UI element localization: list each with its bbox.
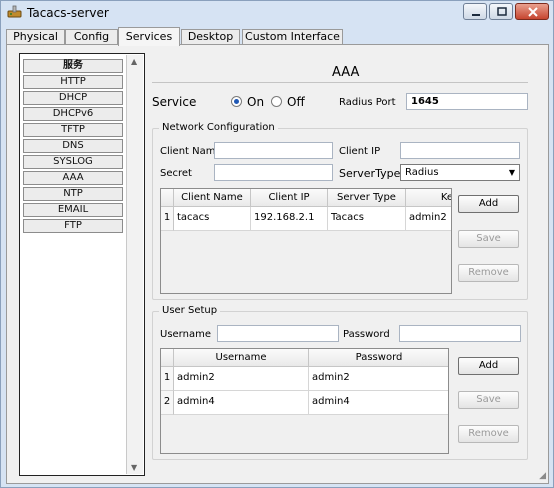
clients-table: Client Name Client IP Server Type Key 1 … xyxy=(160,188,452,294)
table-header-username[interactable]: Username xyxy=(174,349,309,367)
service-item-ftp[interactable]: FTP xyxy=(23,219,123,233)
table-cell-client-ip[interactable]: 192.168.2.1 xyxy=(251,207,328,231)
password-input[interactable] xyxy=(399,325,521,342)
minimize-icon xyxy=(472,14,480,16)
remove-client-button[interactable]: Remove xyxy=(458,264,519,282)
save-user-button[interactable]: Save xyxy=(458,391,519,409)
user-setup-legend: User Setup xyxy=(159,305,221,316)
table-header-password[interactable]: Password xyxy=(309,349,448,367)
service-item-dhcpv6[interactable]: DHCPv6 xyxy=(23,107,123,121)
username-input[interactable] xyxy=(217,325,339,342)
row-number: 2 xyxy=(161,391,174,415)
tab-services[interactable]: Services xyxy=(118,27,180,46)
tab-config[interactable]: Config xyxy=(65,29,118,45)
table-cell-password[interactable]: admin4 xyxy=(309,391,448,415)
table-header-client-ip[interactable]: Client IP xyxy=(251,189,328,207)
table-cell-server-type[interactable]: Tacacs xyxy=(328,207,406,231)
close-icon xyxy=(528,7,538,17)
maximize-icon xyxy=(497,7,507,16)
server-type-label: ServerType xyxy=(339,167,401,180)
maximize-button[interactable] xyxy=(489,3,513,20)
service-item-tftp[interactable]: TFTP xyxy=(23,123,123,137)
service-item-aaa[interactable]: AAA xyxy=(23,171,123,185)
window-title: Tacacs-server xyxy=(27,6,109,20)
remove-user-button[interactable]: Remove xyxy=(458,425,519,443)
chevron-down-icon: ▼ xyxy=(508,168,515,177)
table-cell-client-name[interactable]: tacacs xyxy=(174,207,251,231)
minimize-button[interactable] xyxy=(463,3,487,20)
title-divider xyxy=(152,82,528,83)
network-configuration-legend: Network Configuration xyxy=(159,122,278,133)
username-label: Username xyxy=(160,329,211,340)
service-item-dhcp[interactable]: DHCP xyxy=(23,91,123,105)
tab-desktop[interactable]: Desktop xyxy=(181,29,240,45)
service-item-email[interactable]: EMAIL xyxy=(23,203,123,217)
title-bar[interactable]: Tacacs-server xyxy=(1,1,553,25)
service-off-label[interactable]: Off xyxy=(287,95,305,109)
table-header-client-name[interactable]: Client Name xyxy=(174,189,251,207)
close-button[interactable] xyxy=(515,3,549,20)
tab-custom-interface[interactable]: Custom Interface xyxy=(242,29,343,45)
server-type-select[interactable]: Radius ▼ xyxy=(400,164,520,181)
user-setup-group: User Setup Username Password Username Pa… xyxy=(152,305,528,460)
client-name-label: Client Name xyxy=(160,146,222,157)
service-item-syslog[interactable]: SYSLOG xyxy=(23,155,123,169)
server-type-value: Radius xyxy=(405,167,439,178)
save-client-button[interactable]: Save xyxy=(458,230,519,248)
row-number: 1 xyxy=(161,207,174,231)
row-number: 1 xyxy=(161,367,174,391)
table-header-corner xyxy=(161,349,174,367)
table-header-server-type[interactable]: Server Type xyxy=(328,189,406,207)
add-client-button[interactable]: Add xyxy=(458,195,519,213)
client-name-input[interactable] xyxy=(214,142,333,159)
add-user-button[interactable]: Add xyxy=(458,357,519,375)
radius-port-label: Radius Port xyxy=(339,97,396,108)
resize-grip-icon[interactable]: ◢ xyxy=(539,471,546,481)
app-window: Tacacs-server Physical Config Services D… xyxy=(0,0,554,488)
services-list-scrollbar[interactable]: ▲ ▼ xyxy=(126,55,143,474)
table-cell-username[interactable]: admin2 xyxy=(174,367,309,391)
table-header-corner xyxy=(161,189,174,207)
table-cell-key[interactable]: admin2 xyxy=(406,207,451,231)
service-item-http[interactable]: HTTP xyxy=(23,75,123,89)
password-label: Password xyxy=(343,329,390,340)
service-off-radio[interactable] xyxy=(271,96,282,107)
service-on-label[interactable]: On xyxy=(247,95,264,109)
services-panel: 服务 HTTP DHCP DHCPv6 TFTP DNS SYSLOG AAA … xyxy=(6,44,549,484)
router-icon xyxy=(7,5,22,20)
service-item-ntp[interactable]: NTP xyxy=(23,187,123,201)
service-item-dns[interactable]: DNS xyxy=(23,139,123,153)
service-on-radio[interactable] xyxy=(231,96,242,107)
table-cell-username[interactable]: admin4 xyxy=(174,391,309,415)
users-table: Username Password 1 admin2 admin2 2 admi… xyxy=(160,348,449,454)
network-configuration-group: Network Configuration Client Name Client… xyxy=(152,122,528,300)
client-ip-input[interactable] xyxy=(400,142,520,159)
client-ip-label: Client IP xyxy=(339,146,381,157)
radius-port-input[interactable]: 1645 xyxy=(406,93,528,110)
page-title: AAA xyxy=(332,65,360,80)
services-list: 服务 HTTP DHCP DHCPv6 TFTP DNS SYSLOG AAA … xyxy=(19,53,145,476)
secret-input[interactable] xyxy=(214,164,333,181)
tab-physical[interactable]: Physical xyxy=(6,29,65,45)
scroll-up-icon[interactable]: ▲ xyxy=(131,57,137,66)
table-header-key[interactable]: Key xyxy=(406,189,451,207)
service-item-services[interactable]: 服务 xyxy=(23,59,123,73)
service-label: Service xyxy=(152,95,197,109)
table-cell-password[interactable]: admin2 xyxy=(309,367,448,391)
scroll-down-icon[interactable]: ▼ xyxy=(131,463,137,472)
secret-label: Secret xyxy=(160,168,192,179)
